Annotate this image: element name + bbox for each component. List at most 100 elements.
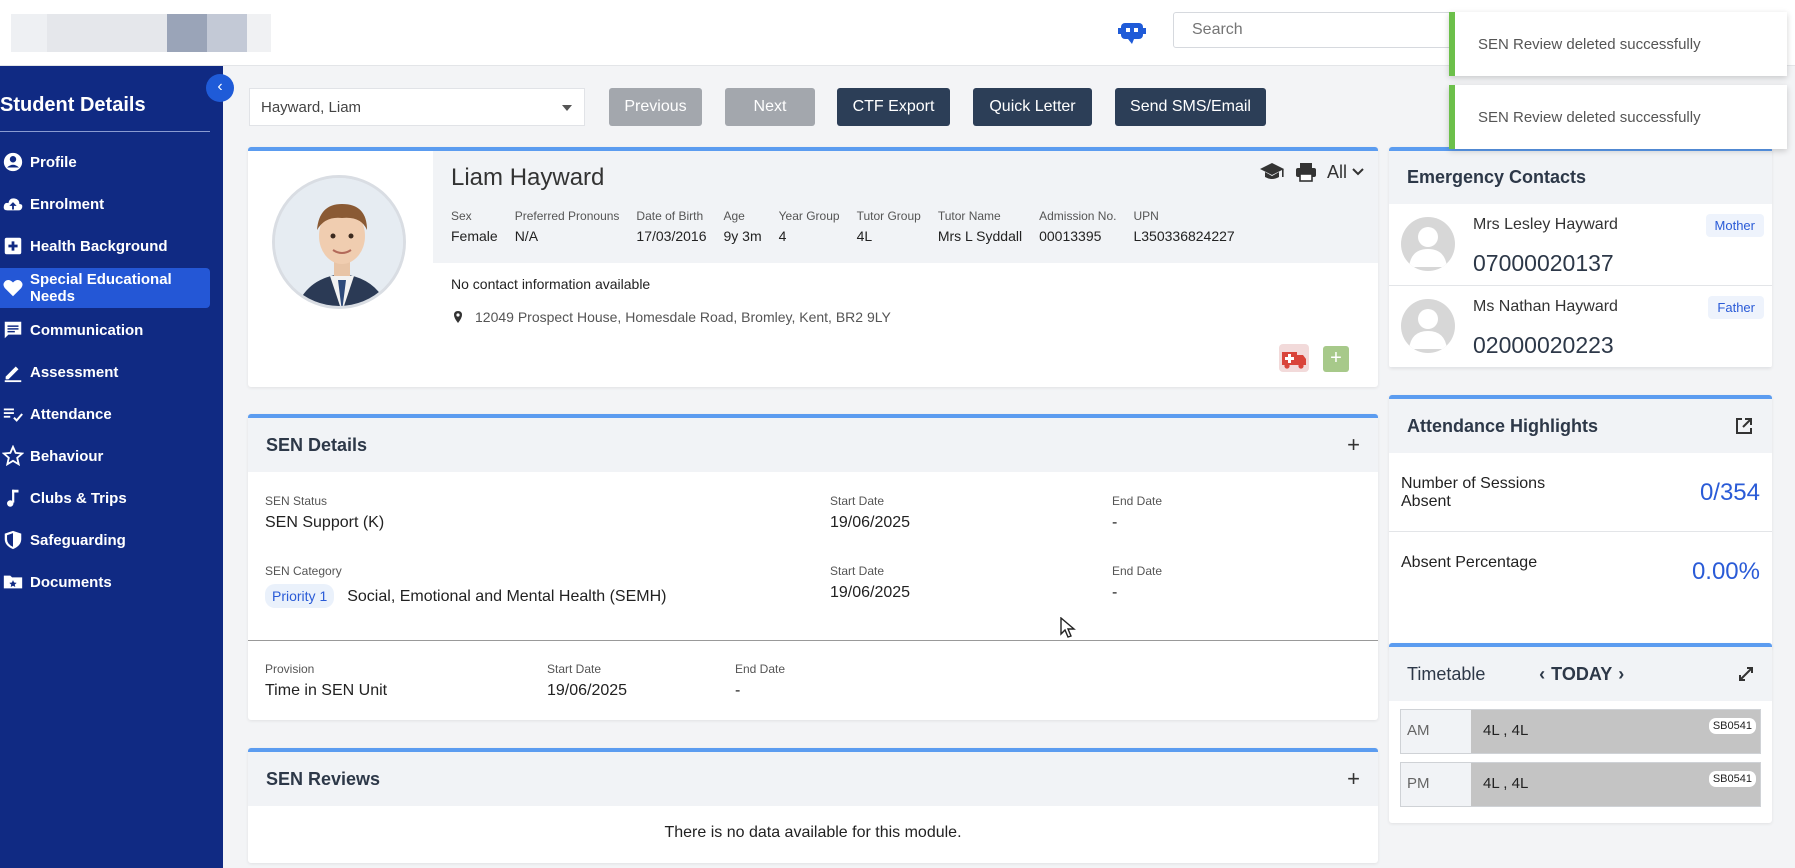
ambulance-icon[interactable] [1279, 344, 1309, 372]
contact-row[interactable]: Ms Nathan Hayward 02000020223 Father [1389, 286, 1772, 368]
folder-icon [3, 575, 23, 589]
sidebar-item-communication[interactable]: Communication [0, 310, 210, 350]
attendance-row: Number of Sessions Absent 0/354 [1389, 453, 1772, 532]
chatbot-icon[interactable] [1118, 18, 1146, 46]
priority-badge: Priority 1 [265, 584, 335, 608]
provision-value: Time in SEN Unit [265, 682, 388, 699]
sidebar-item-label: Clubs & Trips [30, 489, 127, 507]
sidebar-item-clubs-trips[interactable]: Clubs & Trips [0, 478, 210, 518]
sen-reviews-header: SEN Reviews + [248, 752, 1378, 806]
heart-icon [3, 280, 23, 297]
end-date-value: - [1112, 514, 1118, 531]
sidebar-item-health-background[interactable]: Health Background [0, 226, 210, 266]
emergency-contacts-card: Emergency Contacts Mrs Lesley Hayward 07… [1389, 147, 1772, 368]
filter-all-label: All [1326, 161, 1347, 182]
graduation-cap-icon[interactable] [1259, 161, 1285, 183]
chevron-left-icon: ‹ [217, 78, 223, 95]
field-upn: UPN L350336824227 [1133, 209, 1234, 244]
end-date-label: End Date [735, 662, 786, 676]
next-button[interactable]: Next [725, 88, 815, 126]
print-icon[interactable] [1295, 161, 1317, 183]
filter-all-dropdown[interactable]: All [1327, 162, 1364, 183]
add-medical-icon[interactable]: + [1323, 346, 1349, 372]
student-select[interactable]: Hayward, Liam [249, 88, 585, 126]
sidebar-item-special-educational-needs[interactable]: Special Educational Needs [0, 268, 210, 308]
sidebar-item-label: Documents [30, 573, 112, 591]
sen-category: SEN Category Priority 1 Social, Emotional… [265, 564, 666, 608]
expand-icon[interactable] [1738, 666, 1754, 682]
attendance-label: Number of Sessions Absent [1401, 475, 1546, 510]
contact-row[interactable]: Mrs Lesley Hayward 07000020137 Mother [1389, 204, 1772, 286]
chevron-right-icon[interactable]: › [1618, 664, 1624, 685]
attendance-highlights-card: Attendance Highlights Number of Sessions… [1389, 395, 1772, 649]
end-date-value: - [1112, 584, 1118, 601]
field-sex: Sex Female [451, 209, 498, 244]
sidebar: Student Details Profile Enrolment Health… [0, 66, 223, 868]
field-tutor-group: Tutor Group 4L [857, 209, 921, 244]
music-note-icon [7, 489, 19, 507]
sen-category-label: SEN Category [265, 564, 342, 578]
emergency-contacts-header: Emergency Contacts [1389, 151, 1772, 204]
slot-groups: 4L , 4L [1483, 775, 1529, 792]
toast-success[interactable]: SEN Review deleted successfully [1449, 12, 1787, 76]
field-tutor-name: Tutor Name Mrs L Syddall [938, 209, 1022, 244]
today-label[interactable]: TODAY [1551, 664, 1612, 685]
sen-provision-end: End Date - [735, 662, 785, 700]
timetable-title: Timetable [1407, 663, 1486, 684]
timetable-row[interactable]: PM 4L , 4L SB0541 [1400, 762, 1761, 807]
contact-note: No contact information available [451, 276, 651, 292]
sidebar-item-attendance[interactable]: Attendance [0, 394, 210, 434]
chevron-left-icon[interactable]: ‹ [1539, 664, 1545, 685]
sidebar-item-assessment[interactable]: Assessment [0, 352, 210, 392]
previous-button[interactable]: Previous [609, 88, 702, 126]
user-placeholder-icon [1409, 309, 1447, 349]
student-name: Liam Hayward [451, 164, 605, 191]
start-date-value: 19/06/2025 [830, 514, 911, 531]
location-pin-icon [454, 311, 462, 323]
star-icon [2, 445, 24, 467]
sidebar-item-enrolment[interactable]: Enrolment [0, 184, 210, 224]
sen-status-value: SEN Support (K) [265, 514, 385, 531]
sen-status-label: SEN Status [265, 494, 328, 508]
toast-message: SEN Review deleted successfully [1478, 36, 1701, 53]
period-label: AM [1401, 710, 1471, 753]
quick-letter-button[interactable]: Quick Letter [973, 88, 1092, 126]
student-select-value: Hayward, Liam [261, 99, 362, 116]
sidebar-item-label: Behaviour [30, 447, 104, 465]
pencil-icon [4, 366, 22, 383]
timetable-row[interactable]: AM 4L , 4L SB0541 [1400, 709, 1761, 754]
external-link-icon[interactable] [1734, 416, 1754, 436]
attendance-value: 0.00% [1691, 558, 1760, 585]
caret-down-icon [562, 105, 572, 111]
contact-phone: 02000020223 [1473, 332, 1614, 358]
field-label: Age [723, 209, 745, 223]
message-icon [4, 321, 22, 339]
sen-category-end: End Date - [1112, 564, 1162, 602]
checklist-icon [3, 408, 23, 422]
profile-actions: All [1259, 161, 1364, 183]
sen-category-value-row: Priority 1 Social, Emotional and Mental H… [265, 584, 666, 608]
sidebar-item-label: Enrolment [30, 195, 105, 213]
field-label: Sex [451, 209, 472, 223]
ctf-export-button[interactable]: CTF Export [837, 88, 950, 126]
sidebar-item-profile[interactable]: Profile [0, 142, 210, 182]
add-sen-details-button[interactable]: + [1347, 432, 1360, 458]
sen-details-header: SEN Details + [248, 418, 1378, 472]
start-date-value: 19/06/2025 [830, 584, 911, 601]
sidebar-item-label: Attendance [30, 405, 112, 423]
sen-details-title: SEN Details [266, 434, 368, 455]
toast-success[interactable]: SEN Review deleted successfully [1449, 85, 1787, 149]
sidebar-collapse-button[interactable]: ‹ [206, 74, 234, 102]
contact-phone: 07000020137 [1473, 250, 1614, 276]
field-label: Admission No. [1039, 209, 1117, 223]
attendance-title: Attendance Highlights [1407, 415, 1599, 436]
add-sen-review-button[interactable]: + [1347, 766, 1360, 792]
sidebar-item-documents[interactable]: Documents [0, 562, 210, 602]
sidebar-item-behaviour[interactable]: Behaviour [0, 436, 210, 476]
attendance-row: Absent Percentage 0.00% [1389, 532, 1772, 611]
end-date-value: - [735, 682, 741, 699]
sidebar-item-safeguarding[interactable]: Safeguarding [0, 520, 210, 560]
send-sms-email-button[interactable]: Send SMS/Email [1115, 88, 1266, 126]
search-input[interactable] [1173, 12, 1493, 48]
toast-message: SEN Review deleted successfully [1478, 109, 1701, 126]
